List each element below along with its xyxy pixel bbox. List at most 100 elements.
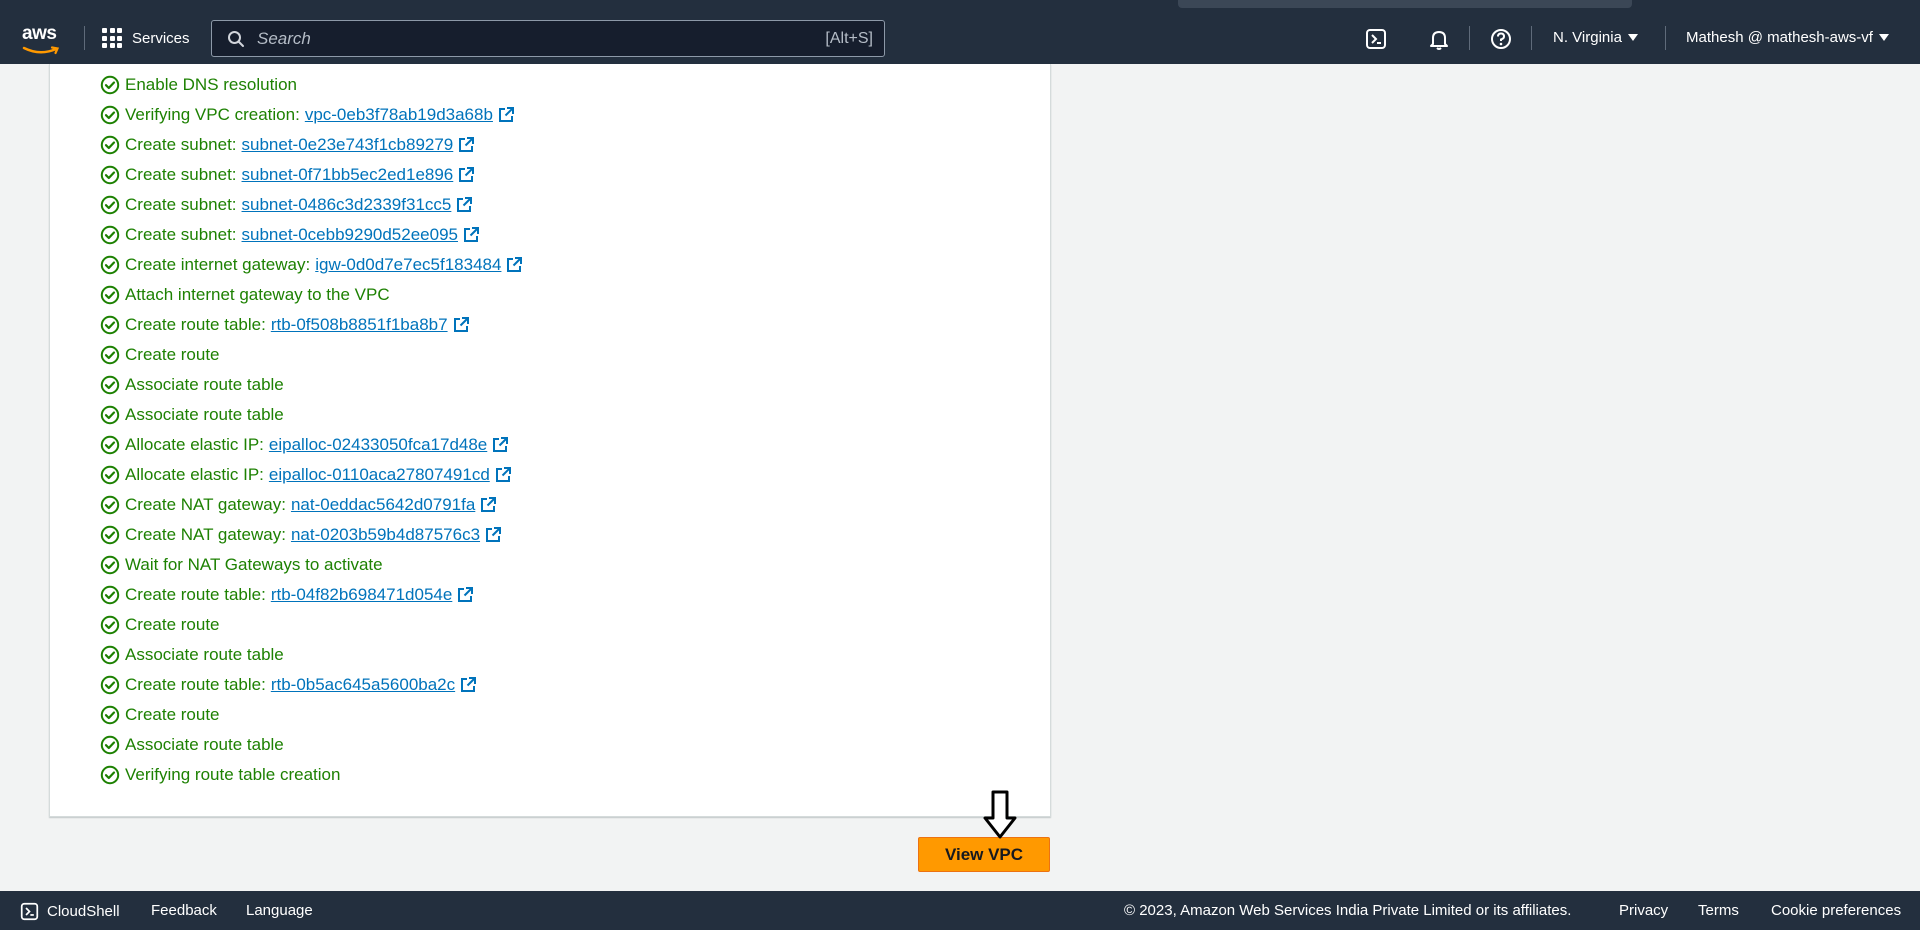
success-check-circle-icon bbox=[100, 615, 120, 635]
footer-language-link[interactable]: Language bbox=[246, 902, 313, 919]
caret-down-icon bbox=[1627, 34, 1638, 41]
footer-cookie-preferences-link[interactable]: Cookie preferences bbox=[1771, 902, 1901, 919]
resource-id-link[interactable]: subnet-0486c3d2339f31cc5 bbox=[242, 195, 474, 215]
help-button[interactable] bbox=[1489, 27, 1513, 51]
success-check-circle-icon bbox=[100, 315, 120, 335]
external-link-icon bbox=[458, 587, 474, 602]
resource-id-link[interactable]: nat-0eddac5642d0791fa bbox=[291, 495, 497, 515]
resource-id-text: rtb-0b5ac645a5600ba2c bbox=[270, 675, 456, 694]
aws-logo[interactable]: aws bbox=[22, 23, 62, 55]
view-vpc-button[interactable]: View VPC bbox=[918, 837, 1050, 872]
footer-cloudshell-label: CloudShell bbox=[47, 903, 120, 920]
success-check-circle-icon bbox=[100, 645, 120, 665]
step-label: Associate route table bbox=[125, 405, 284, 424]
aws-logo-text: aws bbox=[22, 23, 57, 44]
horizontal-scrollbar-thumb[interactable] bbox=[1178, 0, 1632, 8]
services-menu-button[interactable]: Services bbox=[102, 26, 190, 50]
cloudshell-nav-button[interactable] bbox=[1364, 27, 1388, 51]
workflow-step: Associate route table bbox=[100, 370, 523, 400]
services-label: Services bbox=[132, 29, 190, 47]
workflow-step: Create subnet: subnet-0e23e743f1cb89279 bbox=[100, 130, 523, 160]
footer-copyright: © 2023, Amazon Web Services India Privat… bbox=[1124, 902, 1572, 919]
workflow-step: Associate route table bbox=[100, 730, 523, 760]
success-check-circle-icon bbox=[100, 585, 120, 605]
success-check-circle-icon bbox=[100, 195, 120, 215]
resource-id-link[interactable]: eipalloc-0110aca27807491cd bbox=[269, 465, 512, 485]
workflow-step: Allocate elastic IP: eipalloc-0110aca2780… bbox=[100, 460, 523, 490]
success-check-circle-icon bbox=[100, 285, 120, 305]
external-link-icon bbox=[507, 257, 523, 272]
resource-id-text: vpc-0eb3f78ab19d3a68b bbox=[304, 105, 493, 124]
workflow-step: Create subnet: subnet-0cebb9290d52ee095 bbox=[100, 220, 523, 250]
success-check-circle-icon bbox=[100, 75, 120, 95]
step-label: Create route table: bbox=[125, 315, 266, 334]
step-label: Create route bbox=[125, 615, 220, 634]
success-check-circle-icon bbox=[100, 465, 120, 485]
resource-id-link[interactable]: eipalloc-02433050fca17d48e bbox=[269, 435, 509, 455]
step-label: Create subnet: bbox=[125, 225, 237, 244]
footer-cloudshell-button[interactable]: CloudShell bbox=[20, 902, 120, 921]
resource-id-link[interactable]: rtb-04f82b698471d054e bbox=[271, 585, 475, 605]
resource-id-text: rtb-0f508b8851f1ba8b7 bbox=[270, 315, 448, 334]
success-check-circle-icon bbox=[100, 225, 120, 245]
success-check-circle-icon bbox=[100, 105, 120, 125]
search-input[interactable] bbox=[257, 28, 826, 49]
aws-smile-icon bbox=[22, 46, 60, 55]
step-label: Verifying route table creation bbox=[125, 765, 341, 784]
resource-id-text: subnet-0f71bb5ec2ed1e896 bbox=[241, 165, 454, 184]
resource-id-link[interactable]: rtb-0f508b8851f1ba8b7 bbox=[271, 315, 470, 335]
notifications-button[interactable] bbox=[1427, 27, 1451, 51]
external-link-icon bbox=[464, 227, 479, 242]
search-shortcut-hint: [Alt+S] bbox=[825, 29, 873, 47]
resource-id-link[interactable]: subnet-0e23e743f1cb89279 bbox=[242, 135, 476, 155]
footer-feedback-link[interactable]: Feedback bbox=[151, 902, 217, 919]
success-check-circle-icon bbox=[100, 555, 120, 575]
workflow-step: Verifying route table creation bbox=[100, 760, 523, 790]
resource-id-link[interactable]: igw-0d0d7e7ec5f183484 bbox=[315, 255, 523, 275]
step-label: Allocate elastic IP: bbox=[125, 435, 264, 454]
success-check-circle-icon bbox=[100, 705, 120, 725]
external-link-icon bbox=[461, 677, 477, 692]
account-menu[interactable]: Mathesh @ mathesh-aws-vf bbox=[1686, 29, 1889, 46]
step-label: Create subnet: bbox=[125, 195, 237, 214]
external-link-icon bbox=[493, 437, 509, 452]
step-label: Create route table: bbox=[125, 585, 266, 604]
nav-divider bbox=[84, 26, 85, 50]
workflow-step: Create route bbox=[100, 340, 523, 370]
success-check-circle-icon bbox=[100, 255, 120, 275]
resource-id-text: eipalloc-0110aca27807491cd bbox=[268, 465, 490, 484]
resource-id-link[interactable]: subnet-0cebb9290d52ee095 bbox=[242, 225, 480, 245]
search-box[interactable]: [Alt+S] bbox=[211, 20, 885, 57]
caret-down-icon bbox=[1878, 34, 1889, 41]
step-label: Create subnet: bbox=[125, 135, 237, 154]
step-label: Create route bbox=[125, 705, 220, 724]
success-check-circle-icon bbox=[100, 675, 120, 695]
resource-id-text: eipalloc-02433050fca17d48e bbox=[268, 435, 488, 454]
success-check-circle-icon bbox=[100, 765, 120, 785]
account-label: Mathesh @ mathesh-aws-vf bbox=[1686, 29, 1873, 46]
workflow-step: Create subnet: subnet-0f71bb5ec2ed1e896 bbox=[100, 160, 523, 190]
resource-id-text: rtb-04f82b698471d054e bbox=[270, 585, 453, 604]
step-label: Create route table: bbox=[125, 675, 266, 694]
workflow-step: Create route table: rtb-0f508b8851f1ba8b7 bbox=[100, 310, 523, 340]
workflow-step: Create route bbox=[100, 700, 523, 730]
external-link-icon bbox=[495, 467, 511, 482]
help-icon bbox=[1491, 29, 1511, 49]
workflow-step: Create route table: rtb-0b5ac645a5600ba2c bbox=[100, 670, 523, 700]
region-label: N. Virginia bbox=[1553, 29, 1622, 46]
resource-id-link[interactable]: subnet-0f71bb5ec2ed1e896 bbox=[242, 165, 476, 185]
external-link-icon bbox=[459, 167, 475, 182]
workflow-step: Associate route table bbox=[100, 640, 523, 670]
step-label: Allocate elastic IP: bbox=[125, 465, 264, 484]
region-selector[interactable]: N. Virginia bbox=[1553, 29, 1638, 46]
resource-id-link[interactable]: vpc-0eb3f78ab19d3a68b bbox=[305, 105, 515, 125]
resource-id-text: subnet-0486c3d2339f31cc5 bbox=[241, 195, 452, 214]
footer-terms-link[interactable]: Terms bbox=[1698, 902, 1739, 919]
resource-id-link[interactable]: rtb-0b5ac645a5600ba2c bbox=[271, 675, 477, 695]
resource-id-link[interactable]: nat-0203b59b4d87576c3 bbox=[291, 525, 502, 545]
workflow-step-list: Enable DNS resolution Verifying VPC creat… bbox=[100, 70, 523, 790]
footer-privacy-link[interactable]: Privacy bbox=[1619, 902, 1668, 919]
success-check-circle-icon bbox=[100, 375, 120, 395]
nav-divider bbox=[1469, 26, 1470, 50]
cloudshell-icon bbox=[20, 902, 39, 921]
